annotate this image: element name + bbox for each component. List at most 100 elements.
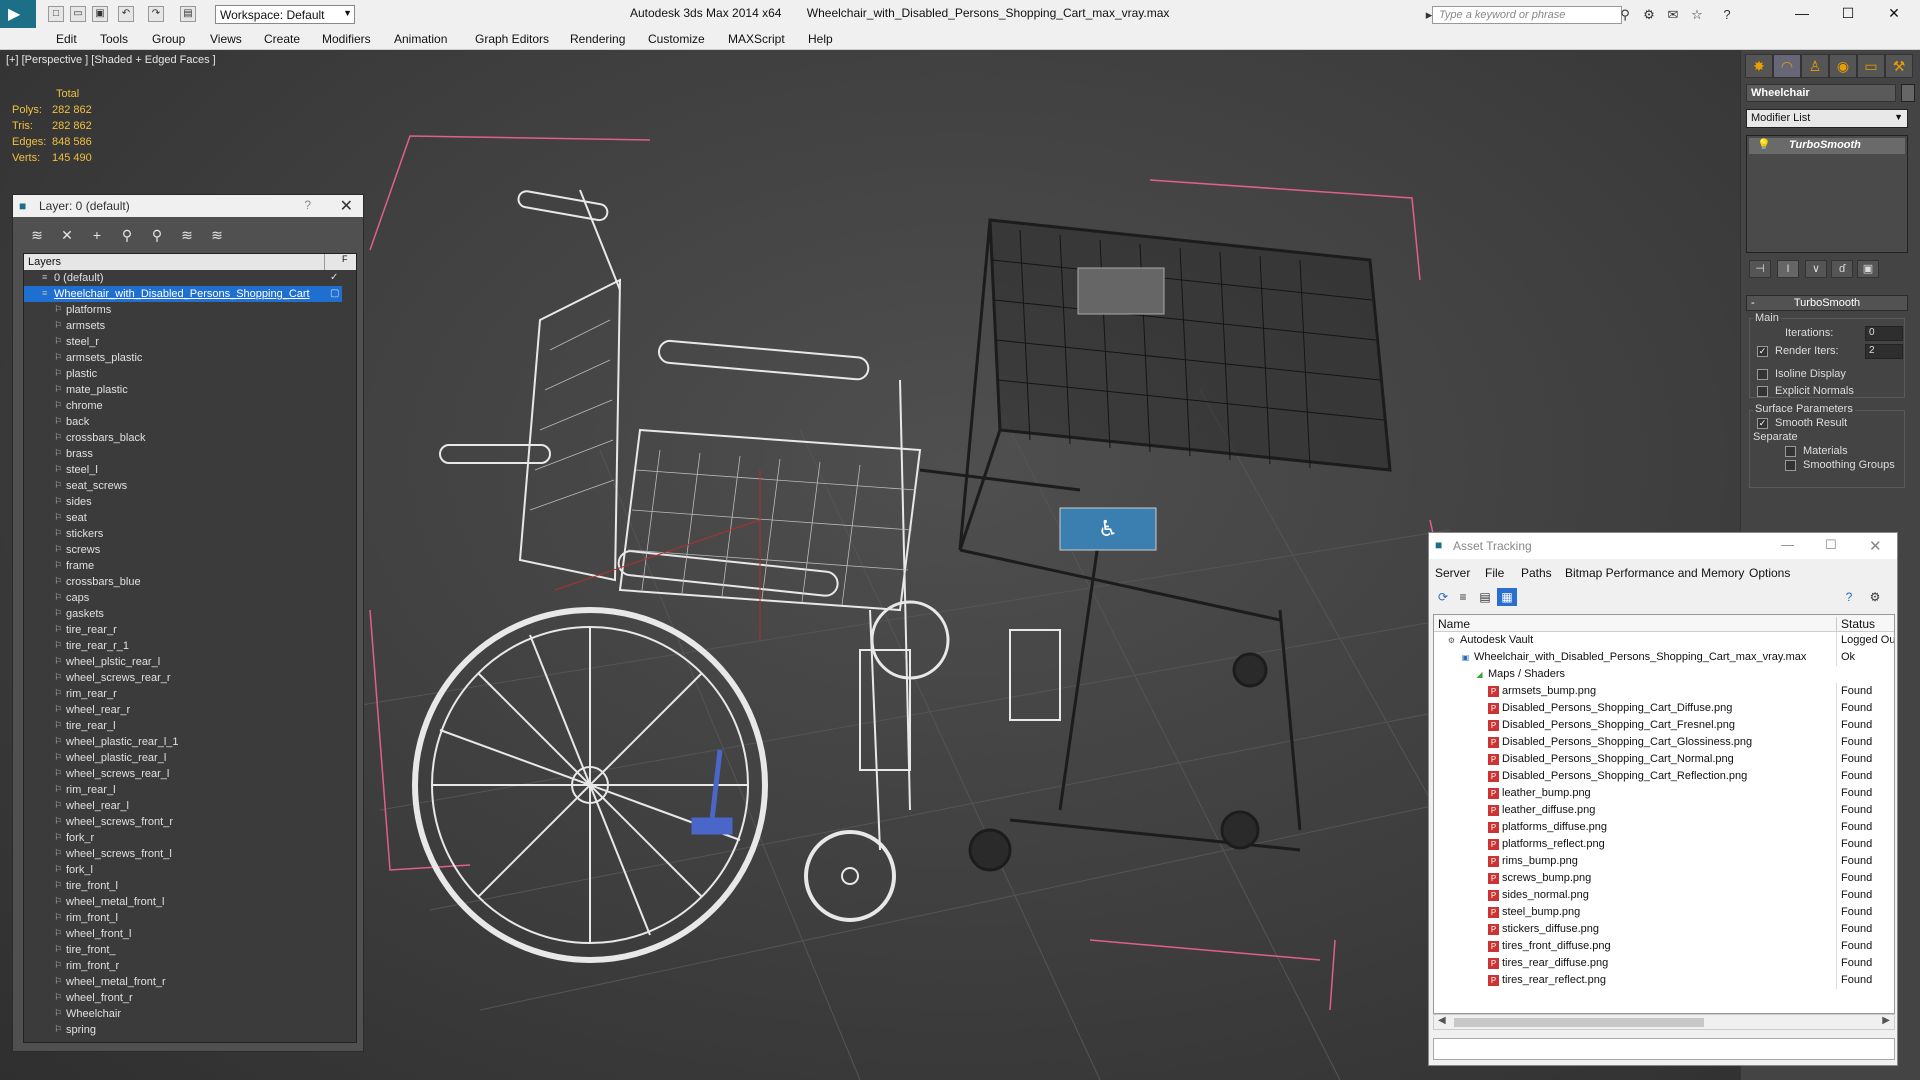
close-button[interactable]: ✕ [1872, 2, 1916, 26]
help-icon[interactable]: ? [1718, 7, 1736, 23]
project-folder-icon[interactable]: ▤ [180, 6, 196, 22]
layer-row[interactable]: ⚐ seat [24, 510, 342, 526]
asset-menu-paths[interactable]: Paths [1521, 566, 1552, 580]
asset-row[interactable]: P Disabled_Persons_Shopping_Cart_Fresnel.… [1434, 717, 1894, 734]
modify-tab-icon[interactable]: ◠ [1773, 54, 1801, 78]
layer-row[interactable]: ⚐ crossbars_black [24, 430, 342, 446]
maximize-button[interactable]: ☐ [1826, 2, 1870, 26]
object-color-swatch[interactable] [1901, 84, 1915, 102]
layer-row[interactable]: ⚐ fork_r [24, 830, 342, 846]
save-file-icon[interactable]: ▣ [92, 6, 108, 22]
menu-edit[interactable]: Edit [56, 32, 77, 46]
layer-row[interactable]: ⚐ crossbars_blue [24, 574, 342, 590]
layers-column-header[interactable]: Layers F [24, 254, 356, 270]
pin-stack-icon[interactable]: ⊣ [1749, 260, 1771, 278]
layer-row[interactable]: ⚐ rim_front_r [24, 958, 342, 974]
workspace-dropdown[interactable]: Workspace: Default ▼ [215, 5, 355, 24]
asset-menu-server[interactable]: Server [1435, 566, 1470, 580]
object-name-field[interactable]: Wheelchair [1746, 84, 1896, 102]
search-input[interactable]: Type a keyword or phrase [1432, 6, 1622, 24]
isoline-display-checkbox[interactable] [1757, 369, 1768, 380]
layer-row[interactable]: ⚐ steel_r [24, 334, 342, 350]
asset-settings-icon[interactable]: ⚙ [1865, 588, 1885, 606]
layer-row[interactable]: ⚐ tire_front_l [24, 878, 342, 894]
layer-row[interactable]: ⚐ plastic [24, 366, 342, 382]
layer-row[interactable]: ≡ Wheelchair_with_Disabled_Persons_Shoppi… [24, 286, 342, 302]
smooth-result-checkbox[interactable]: ✓ [1757, 418, 1768, 429]
asset-col-status[interactable]: Status [1836, 617, 1894, 631]
add-to-layer-icon[interactable]: + [85, 225, 109, 245]
display-tab-icon[interactable]: ▭ [1857, 54, 1885, 78]
layer-row[interactable]: ⚐ rim_rear_l [24, 782, 342, 798]
asset-row[interactable]: P Disabled_Persons_Shopping_Cart_Normal.p… [1434, 751, 1894, 768]
explicit-normals-checkbox[interactable] [1757, 386, 1768, 397]
communication-center-icon[interactable]: ✉ [1664, 7, 1682, 23]
app-menu-button[interactable]: ▶ [0, 0, 36, 28]
asset-maximize-button[interactable]: ☐ [1825, 537, 1837, 553]
menu-help[interactable]: Help [808, 32, 833, 46]
undo-icon[interactable]: ↶ [118, 6, 134, 22]
refresh-icon[interactable]: ⟳ [1433, 588, 1453, 606]
show-end-result-icon[interactable]: I [1777, 260, 1799, 278]
utilities-tab-icon[interactable]: ⚒ [1885, 54, 1913, 78]
motion-tab-icon[interactable]: ◉ [1829, 54, 1857, 78]
menu-create[interactable]: Create [264, 32, 300, 46]
asset-row[interactable]: Prims_bump.png Found [1434, 853, 1894, 870]
subscription-icon[interactable]: ⚙ [1640, 7, 1658, 23]
asset-row[interactable]: Pplatforms_reflect.png Found [1434, 836, 1894, 853]
layer-row[interactable]: ⚐ tire_front_ [24, 942, 342, 958]
layer-row[interactable]: ⚐ wheel_rear_l [24, 798, 342, 814]
menu-customize[interactable]: Customize [648, 32, 705, 46]
asset-row[interactable]: Psides_normal.png Found [1434, 887, 1894, 904]
layer-row[interactable]: ⚐ gaskets [24, 606, 342, 622]
materials-checkbox[interactable] [1785, 446, 1796, 457]
asset-row[interactable]: ▣ Wheelchair_with_Disabled_Persons_Shoppi… [1434, 649, 1894, 666]
smoothing-groups-checkbox[interactable] [1785, 460, 1796, 471]
asset-row[interactable]: Ptires_rear_reflect.png Found [1434, 972, 1894, 989]
make-unique-icon[interactable]: ∨ [1805, 260, 1827, 278]
render-iters-spinner[interactable]: 2 [1865, 344, 1903, 359]
turbosmooth-rollout-header[interactable]: - TurboSmooth [1746, 295, 1908, 311]
remove-modifier-icon[interactable]: ɗ [1831, 260, 1853, 278]
asset-row[interactable]: Pleather_bump.png Found [1434, 785, 1894, 802]
layer-row[interactable]: ⚐ wheel_plstic_rear_l [24, 654, 342, 670]
highlight-layer-icon[interactable]: ⚲ [145, 225, 169, 245]
layer-row[interactable]: ⚐ steel_l [24, 462, 342, 478]
select-in-layer-icon[interactable]: ⚲ [115, 225, 139, 245]
redo-icon[interactable]: ↷ [148, 6, 164, 22]
asset-row[interactable]: ◢ Maps / Shaders [1434, 666, 1894, 683]
delete-layer-icon[interactable]: ✕ [55, 225, 79, 245]
layer-row[interactable]: ⚐ wheel_plastic_rear_l [24, 750, 342, 766]
asset-row[interactable]: P Disabled_Persons_Shopping_Cart_Diffuse.… [1434, 700, 1894, 717]
render-iters-checkbox[interactable]: ✓ [1757, 346, 1768, 357]
asset-row[interactable]: Psteel_bump.png Found [1434, 904, 1894, 921]
layer-row[interactable]: ⚐ tire_rear_l [24, 718, 342, 734]
layer-row[interactable]: ⚐ fork_l [24, 862, 342, 878]
list-view-icon[interactable]: ≡ [1453, 588, 1473, 606]
create-tab-icon[interactable]: ✸ [1745, 54, 1773, 78]
layer-row[interactable]: ⚐ brass [24, 446, 342, 462]
layer-row[interactable]: ⚐ caps [24, 590, 342, 606]
layer-row[interactable]: ⚐ tire_rear_r_1 [24, 638, 342, 654]
menu-views[interactable]: Views [210, 32, 242, 46]
new-file-icon[interactable]: □ [48, 6, 64, 22]
iterations-spinner[interactable]: 0 [1865, 326, 1903, 341]
minimize-button[interactable]: — [1780, 2, 1824, 26]
menu-tools[interactable]: Tools [100, 32, 128, 46]
layer-row[interactable]: ⚐ mate_plastic [24, 382, 342, 398]
asset-row[interactable]: P Disabled_Persons_Shopping_Cart_Glossine… [1434, 734, 1894, 751]
asset-row[interactable]: Pleather_diffuse.png Found [1434, 802, 1894, 819]
layer-row[interactable]: ⚐ rim_rear_r [24, 686, 342, 702]
menu-maxscript[interactable]: MAXScript [728, 32, 785, 46]
asset-horizontal-scrollbar[interactable]: ◀ ▶ [1433, 1014, 1895, 1030]
binoculars-icon[interactable]: ⚲ [1616, 7, 1634, 23]
asset-row[interactable]: Pscrews_bump.png Found [1434, 870, 1894, 887]
asset-row[interactable]: Ptires_rear_diffuse.png Found [1434, 955, 1894, 972]
asset-tracking-titlebar[interactable]: ■ Asset Tracking — ☐ ✕ [1429, 533, 1897, 559]
layer-row[interactable]: ⚐ armsets_plastic [24, 350, 342, 366]
menu-animation[interactable]: Animation [394, 32, 447, 46]
layer-help-button[interactable]: ? [304, 198, 311, 212]
layer-panel-titlebar[interactable]: ■ Layer: 0 (default) ? ✕ [13, 195, 363, 217]
layer-row[interactable]: ⚐ stickers [24, 526, 342, 542]
freeze-all-layers-icon[interactable]: ≋ [205, 225, 229, 245]
